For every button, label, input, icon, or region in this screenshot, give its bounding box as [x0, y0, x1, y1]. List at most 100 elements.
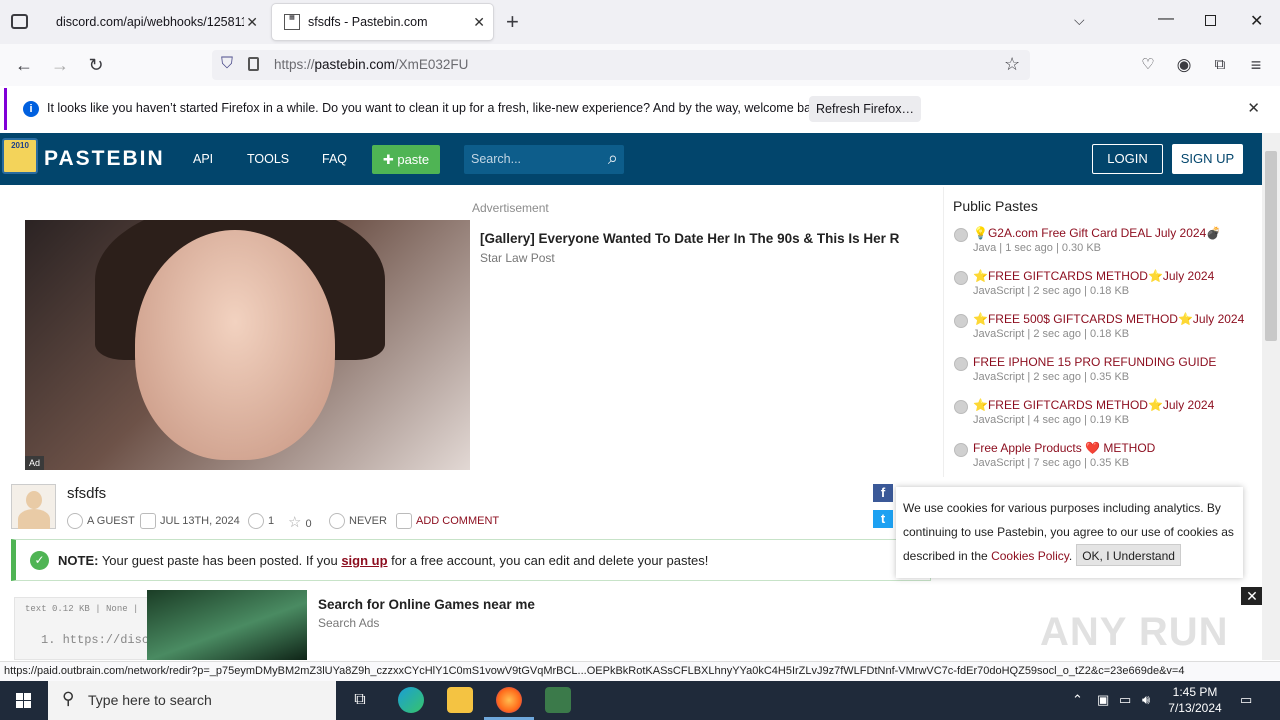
close-tab-icon[interactable]: ✕	[473, 14, 485, 31]
taskbar-search-input[interactable]: ⚲ Type here to search	[48, 681, 336, 720]
clock-icon	[329, 513, 345, 529]
windows-start-icon[interactable]	[0, 681, 48, 720]
calendar-icon	[140, 513, 156, 529]
sign-up-link[interactable]: sign up	[341, 553, 387, 568]
windows-taskbar: ⚲ Type here to search ⧉ ⌃ ▣ ▭ 🔊︎ 1:45 PM…	[0, 681, 1280, 720]
new-paste-button[interactable]: ✚ paste	[372, 145, 440, 174]
globe-icon	[954, 400, 968, 414]
tab-pastebin[interactable]: ▦ sfsdfs - Pastebin.com ✕	[272, 4, 493, 40]
sidebar-heading: Public Pastes	[953, 198, 1038, 214]
volume-icon[interactable]: 🔊︎	[1142, 692, 1150, 708]
app-icon[interactable]	[545, 687, 571, 713]
bookmark-star-icon[interactable]: ☆	[1004, 54, 1020, 75]
star-icon: ☆	[288, 514, 302, 531]
globe-icon	[954, 314, 968, 328]
globe-icon	[954, 357, 968, 371]
menu-icon[interactable]: ≡	[1245, 54, 1267, 76]
signup-button[interactable]: SIGN UP	[1172, 144, 1243, 174]
nav-bar: ← → ↻ ⛉ https://pastebin.com/XmE032FU ☆ …	[0, 44, 1280, 86]
nav-api[interactable]: API	[193, 152, 213, 166]
status-bar-url: https://paid.outbrain.com/network/redir?…	[0, 661, 1280, 681]
pastebin-header: 2010 PASTEBIN API TOOLS FAQ ✚ paste Sear…	[0, 133, 1262, 185]
tab-strip: discord.com/api/webhooks/1258113 ✕ ▦ sfs…	[0, 0, 1280, 44]
network-icon[interactable]: ▭	[1119, 692, 1131, 708]
code-preview: text 0.12 KB | None | 1. https://disc	[14, 597, 154, 660]
ad-tag: Ad	[25, 456, 44, 470]
close-tab-icon[interactable]: ✕	[246, 14, 258, 31]
ad-source[interactable]: Star Law Post	[480, 251, 555, 265]
eye-icon	[248, 513, 264, 529]
cookie-ok-button[interactable]: OK, I Understand	[1076, 544, 1181, 566]
paste-views: 1	[248, 513, 274, 529]
back-icon[interactable]: ←	[13, 54, 35, 76]
tray-chevron-icon[interactable]: ⌃	[1072, 692, 1083, 708]
search-icon: ⚲	[62, 689, 75, 708]
clock[interactable]: 1:45 PM 7/13/2024	[1160, 684, 1230, 716]
firefox-notification-bar: i It looks like you haven’t started Fire…	[4, 88, 1274, 130]
refresh-firefox-button[interactable]: Refresh Firefox…	[809, 96, 921, 122]
cookie-banner: We use cookies for various purposes incl…	[896, 487, 1243, 578]
facebook-icon[interactable]: f	[873, 484, 893, 502]
comment-icon	[396, 513, 412, 529]
anyrun-watermark: ANY RUN	[1040, 610, 1229, 654]
avatar	[11, 484, 56, 529]
tab-title: sfsdfs - Pastebin.com	[308, 15, 428, 29]
ad2-title[interactable]: Search for Online Games near me	[318, 597, 535, 612]
code-line: 1. https://disc	[41, 633, 150, 647]
pastebin-logo-icon[interactable]: 2010	[2, 138, 38, 174]
nav-faq[interactable]: FAQ	[322, 152, 347, 166]
advertisement-label: Advertisement	[472, 201, 549, 215]
page-scrollbar[interactable]	[1262, 133, 1280, 660]
pocket-icon[interactable]: ♡	[1137, 54, 1159, 76]
list-tabs-chevron-icon[interactable]: ⌵	[1074, 12, 1085, 29]
close-notification-icon[interactable]: ✕	[1247, 99, 1260, 117]
paste-expire: NEVER	[329, 513, 387, 529]
notifications-icon[interactable]: ▭	[1240, 692, 1252, 708]
task-view-icon[interactable]: ⧉	[347, 687, 373, 713]
paste-title: sfsdfs	[67, 485, 107, 502]
scrollbar-thumb[interactable]	[1265, 151, 1277, 341]
paste-author: A GUEST	[67, 513, 135, 529]
firefox-icon[interactable]	[496, 687, 522, 713]
login-button[interactable]: LOGIN	[1092, 144, 1163, 174]
file-explorer-icon[interactable]	[447, 687, 473, 713]
url-bar[interactable]: ⛉ https://pastebin.com/XmE032FU ☆	[212, 50, 1030, 80]
search-input[interactable]: Search... ⌕	[464, 145, 624, 174]
search-icon[interactable]: ⌕	[608, 148, 618, 169]
extensions-icon[interactable]: ⧉	[1209, 54, 1231, 76]
edge-icon[interactable]	[398, 687, 424, 713]
public-pastes-sidebar: Public Pastes 💡G2A.com Free Gift Card DE…	[943, 187, 1258, 477]
new-tab-button[interactable]: +	[506, 9, 519, 35]
account-icon[interactable]: ◉	[1173, 54, 1195, 76]
ad-title[interactable]: [Gallery] Everyone Wanted To Date Her In…	[480, 231, 932, 246]
shield-icon[interactable]: ⛉	[221, 55, 233, 73]
nav-tools[interactable]: TOOLS	[247, 152, 289, 166]
code-meta: text 0.12 KB | None |	[25, 604, 139, 614]
ad2-image[interactable]	[147, 590, 307, 660]
cookies-policy-link[interactable]: Cookies Policy	[991, 549, 1069, 563]
minimize-icon[interactable]: —	[1158, 10, 1174, 28]
notification-message: It looks like you haven’t started Firefo…	[47, 101, 828, 115]
info-icon: i	[23, 101, 39, 117]
tab-overview-icon[interactable]	[11, 14, 28, 29]
ad-image[interactable]: Ad	[25, 220, 470, 470]
brand-name[interactable]: PASTEBIN	[44, 147, 165, 171]
url-text[interactable]: https://pastebin.com/XmE032FU	[274, 57, 468, 72]
twitter-icon[interactable]: t	[873, 510, 893, 528]
close-ad-icon[interactable]: ✕	[1241, 587, 1263, 605]
tab-discord[interactable]: discord.com/api/webhooks/1258113 ✕	[44, 4, 266, 40]
globe-icon	[954, 228, 968, 242]
lock-icon[interactable]	[248, 57, 259, 71]
paste-date: JUL 13TH, 2024	[140, 513, 240, 529]
close-window-icon[interactable]: ✕	[1250, 11, 1263, 31]
reload-icon[interactable]: ↻	[85, 54, 107, 76]
globe-icon	[954, 443, 968, 457]
ad2-source[interactable]: Search Ads	[318, 616, 379, 630]
tray-device-icon[interactable]: ▣	[1097, 692, 1109, 708]
check-icon: ✓	[30, 551, 49, 570]
restore-icon[interactable]	[1205, 15, 1216, 26]
tab-title: discord.com/api/webhooks/1258113	[56, 15, 244, 29]
paste-stars: ☆ 0	[288, 514, 312, 531]
forward-icon[interactable]: →	[49, 54, 71, 76]
add-comment-link[interactable]: ADD COMMENT	[396, 513, 499, 529]
